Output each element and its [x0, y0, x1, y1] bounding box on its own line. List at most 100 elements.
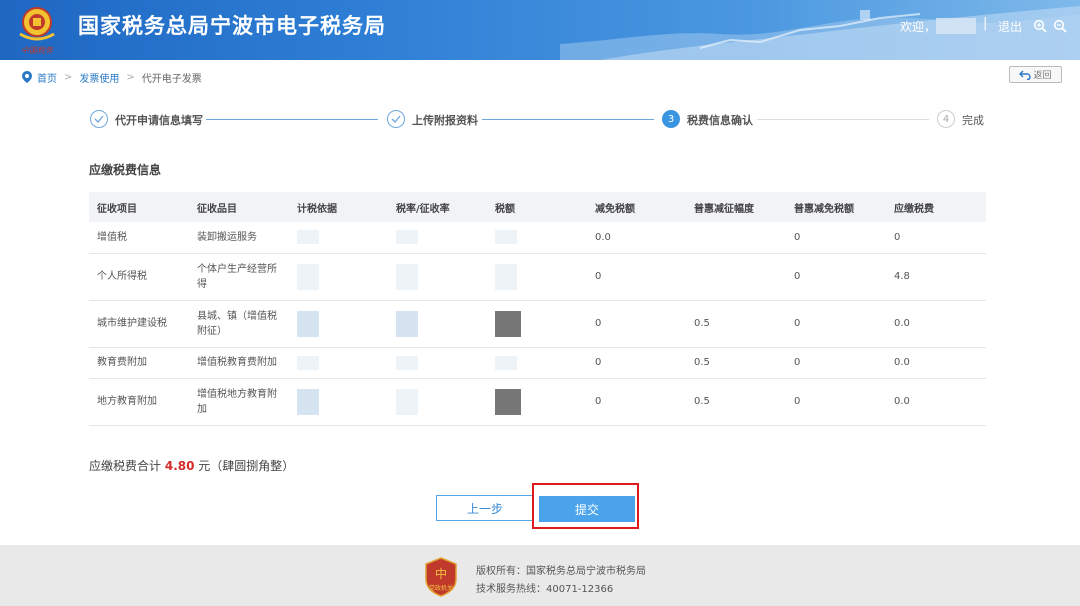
col-header-puhui-rate: 普惠减征幅度: [686, 192, 786, 222]
username-redacted: [936, 18, 976, 34]
svg-text:党政机关: 党政机关: [429, 584, 453, 592]
back-button-label: 返回: [1033, 71, 1052, 81]
col-header-puhui-amount: 普惠减免税额: [786, 192, 886, 222]
cell-relief: 0: [587, 347, 686, 379]
cell-item: 个人所得税: [89, 253, 189, 301]
back-button[interactable]: 返回: [1009, 66, 1062, 83]
svg-text:中国税务: 中国税务: [21, 46, 54, 55]
cell-rate-redacted: [388, 378, 487, 426]
header-separator: |: [983, 16, 988, 31]
cell-subitem: 增值税教育费附加: [189, 347, 289, 379]
cell-puhui-rate: [686, 253, 786, 301]
cell-relief: 0: [587, 300, 686, 348]
total-amount: 4.80: [164, 459, 195, 473]
svg-text:中: 中: [435, 566, 447, 581]
footer-hotline: 技术服务热线：40071-12366: [476, 584, 614, 595]
step-1-check-icon: [90, 110, 108, 128]
step-2-check-icon: [387, 110, 405, 128]
cell-rate-redacted: [388, 300, 487, 348]
cell-puhui-amount: 0: [786, 300, 886, 348]
cell-tax-basis-redacted: [289, 347, 388, 379]
breadcrumb: 首页 > 发票使用 > 代开电子发票: [22, 70, 202, 85]
table-row: 个人所得税 个体户生产经营所得 0 0 4.8: [89, 253, 986, 301]
welcome-text: 欢迎，: [900, 20, 937, 34]
cell-payable: 0: [886, 222, 986, 254]
cell-subitem: 县城、镇（增值税附征）: [189, 300, 289, 348]
cell-puhui-amount: 0: [786, 378, 886, 426]
total-summary: 应缴税费合计 4.80 元（肆圆捌角整）: [89, 457, 294, 474]
cell-tax-amount-redacted: [487, 222, 587, 254]
table-header-row: 征收项目 征收品目 计税依据 税率/征收率 税额 减免税额 普惠减征幅度 普惠减…: [89, 192, 986, 222]
government-site-badge-icon: 中 党政机关: [425, 557, 457, 597]
cell-tax-amount-redacted: [487, 378, 587, 426]
cell-item: 增值税: [89, 222, 189, 254]
cell-item: 城市维护建设税: [89, 300, 189, 348]
col-header-relief: 减免税额: [587, 192, 686, 222]
cell-subitem: 增值税地方教育附加: [189, 378, 289, 426]
step-3-number: 3: [662, 110, 680, 128]
cell-relief: 0.0: [587, 222, 686, 254]
cell-tax-basis-redacted: [289, 253, 388, 301]
step-connector: [206, 119, 378, 120]
total-uppercase: （肆圆捌角整）: [210, 459, 295, 473]
return-arrow-icon: [1019, 70, 1032, 80]
location-pin-icon: [22, 71, 32, 83]
step-3-label: 税费信息确认: [687, 114, 753, 127]
cell-tax-basis-redacted: [289, 300, 388, 348]
footer-copyright: 版权所有：国家税务总局宁波市税务局: [476, 566, 646, 577]
cell-payable: 0.0: [886, 378, 986, 426]
cell-puhui-rate: [686, 222, 786, 254]
cell-payable: 4.8: [886, 253, 986, 301]
breadcrumb-home[interactable]: 首页: [37, 70, 57, 85]
section-title: 应缴税费信息: [89, 163, 162, 177]
col-header-subitem: 征收品目: [189, 192, 289, 222]
cell-tax-amount-redacted: [487, 347, 587, 379]
cell-tax-amount-redacted: [487, 253, 587, 301]
col-header-item: 征收项目: [89, 192, 189, 222]
step-1-label: 代开申请信息填写: [115, 114, 203, 127]
breadcrumb-invoice-usage[interactable]: 发票使用: [79, 70, 119, 85]
breadcrumb-current: 代开电子发票: [141, 73, 202, 85]
cell-puhui-amount: 0: [786, 347, 886, 379]
cell-subitem: 个体户生产经营所得: [189, 253, 289, 301]
prev-step-button[interactable]: 上一步: [436, 495, 534, 521]
cell-item: 教育费附加: [89, 347, 189, 379]
table-row: 地方教育附加 增值税地方教育附加 0 0.5 0 0.0: [89, 378, 986, 426]
cell-puhui-rate: 0.5: [686, 300, 786, 348]
cell-payable: 0.0: [886, 347, 986, 379]
site-title: 国家税务总局宁波市电子税务局: [78, 14, 386, 38]
col-header-payable: 应缴税费: [886, 192, 986, 222]
cell-item: 地方教育附加: [89, 378, 189, 426]
tax-emblem-icon: 中国税务: [19, 7, 55, 55]
zoom-in-icon[interactable]: [1033, 19, 1047, 33]
table-row: 增值税 装卸搬运服务 0.0 0 0: [89, 222, 986, 254]
cell-subitem: 装卸搬运服务: [189, 222, 289, 254]
cell-puhui-amount: 0: [786, 222, 886, 254]
cell-relief: 0: [587, 253, 686, 301]
col-header-rate: 税率/征收率: [388, 192, 487, 222]
step-connector: [482, 119, 654, 120]
cell-tax-amount-redacted: [487, 300, 587, 348]
step-4-number: 4: [937, 110, 955, 128]
cell-puhui-amount: 0: [786, 253, 886, 301]
step-4-label: 完成: [962, 114, 984, 127]
step-2-label: 上传附报资料: [412, 114, 478, 127]
table-row: 教育费附加 增值税教育费附加 0 0.5 0 0.0: [89, 347, 986, 379]
total-unit: 元: [198, 459, 211, 473]
breadcrumb-separator: >: [64, 71, 73, 83]
cell-puhui-rate: 0.5: [686, 378, 786, 426]
cell-rate-redacted: [388, 253, 487, 301]
submit-button[interactable]: 提交: [539, 496, 635, 522]
cell-tax-basis-redacted: [289, 222, 388, 254]
step-connector: [757, 119, 929, 120]
logout-link[interactable]: 退出: [998, 18, 1022, 35]
cell-payable: 0.0: [886, 300, 986, 348]
cell-puhui-rate: 0.5: [686, 347, 786, 379]
table-row: 城市维护建设税 县城、镇（增值税附征） 0 0.5 0 0.0: [89, 300, 986, 348]
zoom-out-icon[interactable]: [1053, 19, 1067, 33]
tax-info-table: 征收项目 征收品目 计税依据 税率/征收率 税额 减免税额 普惠减征幅度 普惠减…: [89, 192, 986, 426]
col-header-tax-basis: 计税依据: [289, 192, 388, 222]
cell-rate-redacted: [388, 222, 487, 254]
site-header: 中国税务 国家税务总局宁波市电子税务局 欢迎， | 退出: [0, 0, 1080, 60]
cell-relief: 0: [587, 378, 686, 426]
